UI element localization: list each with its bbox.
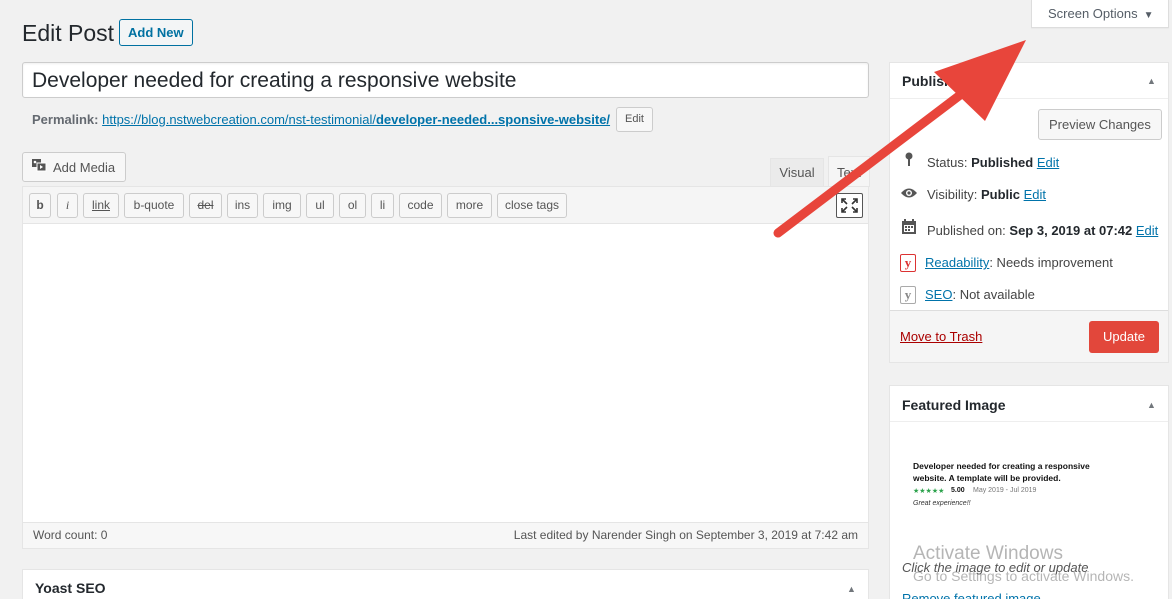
preview-changes-button[interactable]: Preview Changes — [1038, 109, 1162, 140]
windows-watermark-title: Activate Windows — [913, 543, 1063, 564]
qt-del-button[interactable]: del — [189, 193, 222, 218]
windows-watermark-subtitle: Go to Settings to activate Windows. — [913, 568, 1134, 584]
editor-statusbar: Word count: 0 Last edited by Narender Si… — [23, 522, 868, 548]
featured-image-box: Featured Image ▲ Developer needed for cr… — [889, 385, 1169, 599]
remove-featured-image-link[interactable]: Remove featured image — [902, 591, 1041, 599]
yoast-seo-box: Yoast SEO ▲ — [22, 569, 869, 599]
visibility-label: Visibility: — [927, 187, 978, 202]
media-icon — [31, 153, 47, 181]
fullscreen-icon[interactable] — [836, 193, 863, 218]
publish-box: Publish ▲ Preview Changes Status: Publis… — [889, 62, 1169, 363]
move-to-trash-link[interactable]: Move to Trash — [900, 329, 982, 344]
collapse-toggle-icon[interactable]: ▲ — [1147, 76, 1156, 86]
post-title-input[interactable]: Developer needed for creating a responsi… — [22, 62, 869, 98]
permalink-link[interactable]: https://blog.nstwebcreation.com/nst-test… — [102, 112, 610, 127]
caret-down-icon: ▼ — [1143, 10, 1154, 21]
thumb-heading: Developer needed for creating a responsi… — [913, 461, 1090, 483]
yoast-readability-icon: y — [900, 254, 916, 272]
add-media-label: Add Media — [53, 160, 116, 175]
permalink: Permalink: https://blog.nstwebcreation.c… — [32, 112, 610, 127]
collapse-toggle-icon[interactable]: ▲ — [847, 584, 856, 594]
published-label: Published on: — [927, 223, 1006, 238]
thumb-review: Great experience!! — [913, 500, 971, 507]
yoast-seo-icon: y — [900, 286, 916, 304]
readability-link[interactable]: Readability — [925, 255, 989, 270]
add-new-button[interactable]: Add New — [119, 19, 193, 46]
published-on-row: Published on: Sep 3, 2019 at 07:42 Edit — [900, 219, 1158, 239]
qt-li-button[interactable]: li — [371, 193, 394, 218]
visibility-row: Visibility: Public Edit — [900, 185, 1046, 205]
permalink-label: Permalink: — [32, 112, 99, 127]
status-value: Published — [971, 155, 1034, 170]
qt-ol-button[interactable]: ol — [339, 193, 366, 218]
permalink-base: https://blog.nstwebcreation.com/nst-test… — [102, 112, 376, 127]
collapse-toggle-icon[interactable]: ▲ — [1147, 400, 1156, 410]
qt-ins-button[interactable]: ins — [227, 193, 258, 218]
visibility-value: Public — [980, 187, 1020, 202]
featured-image-thumbnail[interactable]: Developer needed for creating a responsi… — [904, 436, 1154, 536]
readability-row: y Readability: Needs improvement — [900, 253, 1113, 273]
yoast-seo-title: Yoast SEO — [35, 580, 106, 596]
permalink-edit-button[interactable]: Edit — [616, 107, 653, 132]
qt-more-button[interactable]: more — [447, 193, 492, 218]
publish-title: Publish — [902, 73, 953, 89]
qt-close-tags-button[interactable]: close tags — [497, 193, 567, 218]
status-row: Status: Published Edit — [900, 151, 1059, 171]
screen-options-label: Screen Options — [1048, 6, 1138, 21]
published-edit-link[interactable]: Edit — [1136, 223, 1158, 238]
eye-icon — [900, 185, 918, 205]
pin-icon — [900, 151, 918, 173]
screen-options-button[interactable]: Screen Options ▼ — [1031, 0, 1169, 28]
publish-header: Publish ▲ — [890, 63, 1168, 99]
qt-img-button[interactable]: img — [263, 193, 301, 218]
seo-link[interactable]: SEO — [925, 287, 952, 302]
visibility-edit-link[interactable]: Edit — [1024, 187, 1046, 202]
qt-italic-button[interactable]: i — [57, 193, 78, 218]
calendar-icon — [900, 219, 918, 241]
tab-text[interactable]: Text — [828, 156, 870, 187]
qt-bold-button[interactable]: b — [29, 193, 51, 218]
add-media-button[interactable]: Add Media — [22, 152, 127, 182]
last-edited: Last edited by Narender Singh on Septemb… — [513, 528, 858, 542]
content-textarea[interactable] — [23, 224, 868, 524]
seo-row: y SEO: Not available — [900, 285, 1035, 305]
thumb-stars: ★★★★★ — [913, 488, 945, 495]
word-count: Word count: 0 — [33, 528, 108, 542]
qt-link-button[interactable]: link — [83, 193, 119, 218]
tab-visual[interactable]: Visual — [770, 158, 824, 186]
readability-value: : Needs improvement — [989, 255, 1113, 270]
thumb-score: 5.00 — [951, 487, 965, 494]
featured-image-title: Featured Image — [902, 397, 1006, 413]
seo-value: : Not available — [952, 287, 1035, 302]
quicktags-toolbar: b i link b-quote del ins img ul ol li co… — [23, 187, 868, 224]
editor: b i link b-quote del ins img ul ol li co… — [22, 186, 869, 549]
qt-ul-button[interactable]: ul — [306, 193, 334, 218]
qt-code-button[interactable]: code — [399, 193, 442, 218]
published-value: Sep 3, 2019 at 07:42 — [1009, 223, 1133, 238]
thumb-dates: May 2019 - Jul 2019 — [973, 487, 1037, 494]
status-label: Status: — [927, 155, 968, 170]
status-edit-link[interactable]: Edit — [1037, 155, 1059, 170]
update-button[interactable]: Update — [1089, 321, 1159, 353]
qt-bquote-button[interactable]: b-quote — [124, 193, 184, 218]
publish-actions: Move to Trash Update — [890, 310, 1168, 362]
page-title: Edit Post — [22, 20, 115, 46]
permalink-slug: developer-needed...sponsive-website/ — [375, 112, 611, 127]
featured-image-header: Featured Image ▲ — [890, 386, 1168, 422]
